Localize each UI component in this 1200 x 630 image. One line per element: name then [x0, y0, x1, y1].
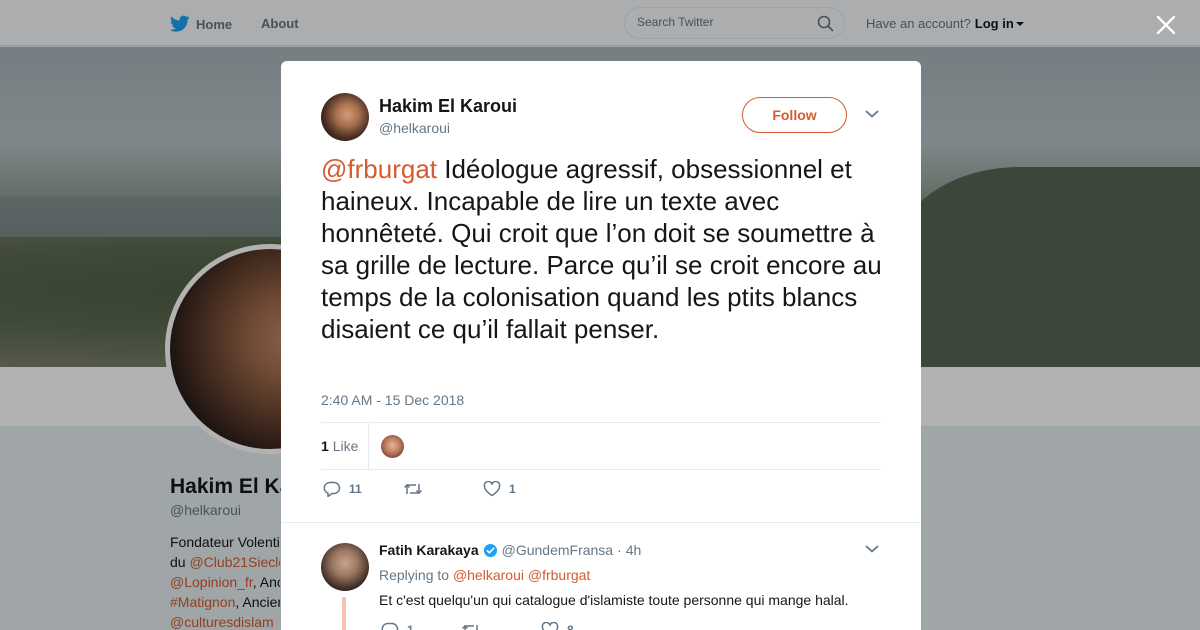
reply-icon — [323, 481, 341, 497]
favorite-count: 8 — [567, 623, 574, 630]
stats-divider — [368, 423, 369, 469]
heart-icon — [483, 481, 501, 497]
favorite-count: 1 — [509, 482, 516, 496]
heart-icon — [541, 622, 559, 630]
reply-age[interactable]: 4h — [626, 542, 642, 558]
dot-separator: · — [617, 542, 622, 558]
retweet-action[interactable] — [461, 622, 481, 630]
replying-to-link[interactable]: @helkaroui — [453, 567, 524, 583]
divider — [281, 522, 921, 523]
reply-text: Et c'est quelqu'un qui catalogue d'islam… — [379, 592, 849, 608]
reply-icon — [381, 622, 399, 630]
thread-line — [342, 597, 346, 630]
like-action[interactable]: 8 — [541, 622, 574, 630]
tweet-modal: Hakim El Karoui @helkaroui Follow @frbur… — [281, 61, 921, 630]
replying-to-link[interactable]: @frburgat — [528, 567, 590, 583]
like-count: 1 — [321, 438, 329, 454]
follow-button[interactable]: Follow — [742, 97, 847, 133]
author-name[interactable]: Hakim El Karoui — [379, 96, 517, 117]
tweet-stats: 1 Like — [321, 422, 881, 470]
reply-author-name[interactable]: Fatih Karakaya — [379, 542, 479, 558]
reply-tweet-actions: 1 8 — [379, 622, 679, 630]
retweet-action[interactable] — [403, 481, 431, 497]
retweet-icon — [461, 624, 478, 630]
reply-count: 11 — [349, 482, 362, 496]
verified-badge-icon — [483, 543, 497, 557]
reply-count: 1 — [407, 623, 414, 630]
reply-header: Fatih Karakaya @GundemFransa · 4h — [379, 542, 641, 558]
reply-action[interactable]: 1 — [381, 622, 414, 630]
author-avatar[interactable] — [321, 93, 369, 141]
replying-prefix: Replying to — [379, 567, 450, 583]
tweet-text: @frburgat Idéologue agressif, obsessionn… — [321, 153, 886, 345]
tweet-timestamp[interactable]: 2:40 AM - 15 Dec 2018 — [321, 392, 464, 408]
like-stat[interactable]: 1 Like — [321, 438, 358, 454]
reply-action[interactable]: 11 — [323, 481, 362, 497]
reply-author-avatar[interactable] — [321, 543, 369, 591]
author-handle[interactable]: @helkaroui — [379, 120, 450, 136]
tweet-mention-link[interactable]: @frburgat — [321, 154, 437, 184]
reply-author-handle[interactable]: @GundemFransa — [502, 542, 613, 558]
like-action[interactable]: 1 — [483, 481, 516, 497]
retweet-icon — [403, 483, 423, 495]
close-icon[interactable] — [1153, 12, 1179, 38]
chevron-down-icon[interactable] — [865, 544, 879, 554]
replying-to: Replying to @helkaroui @frburgat — [379, 567, 590, 583]
liker-avatar[interactable] — [381, 435, 404, 458]
tweet-actions: 11 1 — [321, 481, 621, 501]
like-label: Like — [332, 438, 359, 454]
chevron-down-icon[interactable] — [865, 109, 879, 119]
